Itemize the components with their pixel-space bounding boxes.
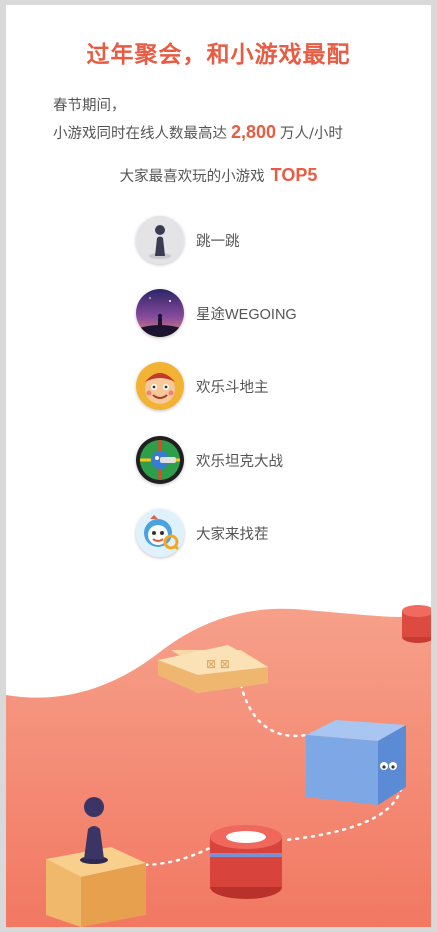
game-item-doudizhu[interactable]: 欢乐斗地主 bbox=[136, 361, 269, 411]
doudizhu-icon bbox=[136, 362, 184, 410]
game-item-wegoing[interactable]: 星途WEGOING bbox=[136, 288, 297, 338]
poster-card: 过年聚会，和小游戏最配 春节期间， 小游戏同时在线人数最高达 2,800 万人/小时… bbox=[6, 5, 431, 927]
intro-line-1: 春节期间， bbox=[53, 98, 126, 114]
peak-online-value: 2,800 bbox=[231, 122, 277, 142]
game-item-find-difference[interactable]: 大家来找茬 bbox=[136, 508, 269, 558]
red-cylinder-small-icon bbox=[402, 605, 431, 643]
top5-heading-text: 大家最喜欢玩的小游戏 bbox=[119, 169, 265, 185]
page-title: 过年聚会，和小游戏最配 bbox=[86, 42, 351, 68]
tank-battle-icon bbox=[136, 436, 184, 484]
red-drum-icon bbox=[210, 825, 282, 899]
game-name: 欢乐斗地主 bbox=[196, 379, 269, 396]
jump-jump-icon bbox=[136, 216, 184, 264]
game-item-tank-battle[interactable]: 欢乐坦克大战 bbox=[136, 435, 283, 485]
blue-cube-icon bbox=[306, 720, 406, 805]
game-name: 欢乐坦克大战 bbox=[196, 453, 283, 470]
intro-text: 春节期间， 小游戏同时在线人数最高达 2,800 万人/小时 bbox=[53, 93, 343, 147]
intro-suffix: 万人/小时 bbox=[280, 126, 343, 142]
svg-text:⊠ ⊠: ⊠ ⊠ bbox=[206, 657, 230, 671]
intro-line-2: 小游戏同时在线人数最高达 2,800 万人/小时 bbox=[53, 119, 343, 147]
top5-badge: TOP5 bbox=[270, 165, 318, 185]
decorative-scene: ⊠ ⊠ bbox=[6, 605, 431, 927]
intro-prefix: 小游戏同时在线人数最高达 bbox=[53, 126, 227, 142]
game-name: 星途WEGOING bbox=[196, 306, 297, 323]
game-item-jump-jump[interactable]: 跳一跳 bbox=[136, 215, 240, 265]
game-name: 跳一跳 bbox=[196, 233, 240, 250]
top5-heading: 大家最喜欢玩的小游戏 TOP5 bbox=[6, 165, 431, 186]
wegoing-icon bbox=[136, 289, 184, 337]
find-difference-icon bbox=[136, 509, 184, 557]
game-name: 大家来找茬 bbox=[196, 526, 269, 543]
